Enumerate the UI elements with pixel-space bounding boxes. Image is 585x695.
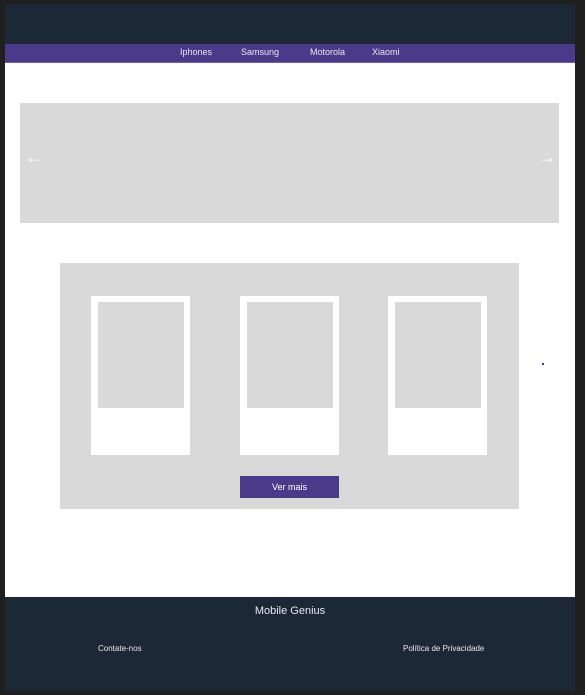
product-image	[395, 302, 481, 408]
privacy-link[interactable]: Política de Privacidade	[403, 644, 484, 653]
product-panel: Ver mais	[60, 263, 519, 509]
nav-bar: Iphones Samsung Motorola Xiaomi	[5, 44, 575, 63]
footer: Mobile Genius Contate-nos Política de Pr…	[5, 597, 575, 691]
contact-link[interactable]: Contate-nos	[98, 644, 142, 653]
dot-marker	[542, 363, 544, 365]
arrow-left-icon[interactable]: ←	[25, 147, 43, 167]
product-image	[98, 302, 184, 408]
product-card[interactable]	[91, 296, 190, 455]
footer-brand: Mobile Genius	[254, 605, 326, 617]
header	[5, 4, 575, 44]
product-card[interactable]	[388, 296, 487, 455]
carousel: ← →	[20, 103, 559, 223]
product-card[interactable]	[240, 296, 339, 455]
arrow-right-icon[interactable]: →	[538, 147, 556, 167]
product-image	[247, 302, 333, 408]
ver-mais-button[interactable]: Ver mais	[240, 476, 339, 498]
nav-motorola[interactable]: Motorola	[310, 47, 345, 57]
page: Iphones Samsung Motorola Xiaomi ← → Ver …	[5, 4, 575, 691]
nav-iphones[interactable]: Iphones	[180, 47, 212, 57]
nav-xiaomi[interactable]: Xiaomi	[372, 47, 400, 57]
nav-samsung[interactable]: Samsung	[241, 47, 279, 57]
